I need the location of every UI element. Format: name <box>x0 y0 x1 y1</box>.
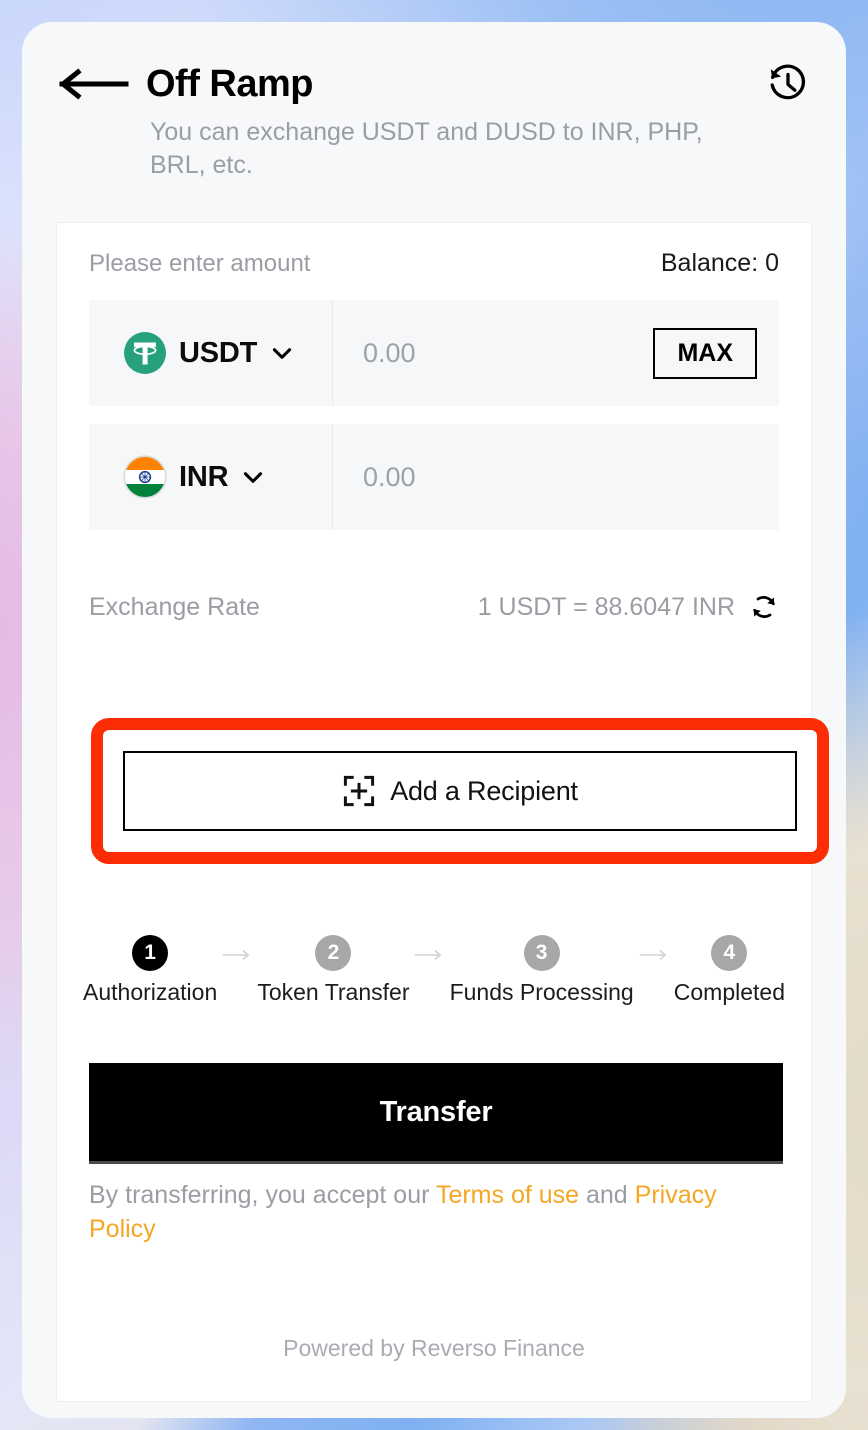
currency-row-usdt: USDT MAX <box>89 300 779 406</box>
currency-code-inr: INR <box>179 460 229 493</box>
back-button[interactable] <box>58 64 130 104</box>
chevron-down-icon <box>240 464 266 490</box>
exchange-rate-value: 1 USDT = 88.6047 INR <box>477 592 735 621</box>
amount-input-usdt[interactable] <box>363 337 654 369</box>
panel-header-row: Please enter amount Balance: 0 <box>89 249 779 278</box>
page-subtitle: You can exchange USDT and DUSD to INR, P… <box>150 118 703 179</box>
exchange-rate-label: Exchange Rate <box>89 592 260 621</box>
currency-row-inr: INR <box>89 424 779 530</box>
step-number: 3 <box>523 935 560 971</box>
terms-disclaimer: By transferring, you accept our Terms of… <box>89 1178 779 1246</box>
add-frame-plus-icon <box>344 775 375 807</box>
step-completed: 4 Completed <box>674 935 785 1006</box>
page-background: Off Ramp You can exchange USDT and DUSD … <box>0 0 868 1430</box>
step-label: Token Transfer <box>257 979 410 1005</box>
add-recipient-label: Add a Recipient <box>390 775 578 806</box>
terms-prefix: By transferring, you accept our <box>89 1181 436 1209</box>
arrow-left-icon <box>58 68 129 100</box>
chevron-down-icon <box>269 340 295 366</box>
history-button[interactable] <box>766 62 810 106</box>
max-button[interactable]: MAX <box>653 327 757 379</box>
amount-input-inr[interactable] <box>363 461 757 493</box>
app-card: Off Ramp You can exchange USDT and DUSD … <box>22 22 846 1418</box>
step-label: Funds Processing <box>449 979 634 1005</box>
exchange-rate-row: Exchange Rate 1 USDT = 88.6047 INR <box>89 592 779 622</box>
transfer-button[interactable]: Transfer <box>89 1063 783 1161</box>
add-recipient-button[interactable]: Add a Recipient <box>123 751 797 831</box>
step-arrow-icon <box>217 948 257 962</box>
refresh-button[interactable] <box>749 592 779 622</box>
tether-coin-icon <box>124 332 166 374</box>
balance-label: Balance: 0 <box>660 249 779 277</box>
step-funds-processing: 3 Funds Processing <box>450 935 634 1006</box>
page-title: Off Ramp <box>146 62 314 105</box>
enter-amount-label: Please enter amount <box>89 250 311 277</box>
step-token-transfer: 2 Token Transfer <box>257 935 409 1006</box>
header: Off Ramp You can exchange USDT and DUSD … <box>22 22 846 182</box>
currency-code-usdt: USDT <box>179 336 258 369</box>
step-label: Authorization <box>83 979 218 1005</box>
step-number: 2 <box>315 935 352 971</box>
progress-stepper: 1 Authorization 2 Token Transfer 3 Funds… <box>57 935 811 1006</box>
exchange-rate-right: 1 USDT = 88.6047 INR <box>478 592 779 622</box>
currency-select-usdt[interactable]: USDT <box>89 300 333 406</box>
step-number: 4 <box>711 935 748 971</box>
step-number: 1 <box>132 935 169 971</box>
currency-select-inr[interactable]: INR <box>89 424 333 530</box>
header-row: Off Ramp <box>58 56 810 112</box>
india-flag-icon <box>123 455 167 499</box>
terms-middle: and <box>579 1181 635 1209</box>
step-arrow-icon <box>409 948 449 962</box>
refresh-icon <box>753 596 775 618</box>
terms-of-use-link[interactable]: Terms of use <box>436 1181 579 1209</box>
step-authorization: 1 Authorization <box>83 935 217 1006</box>
step-label: Completed <box>673 979 785 1005</box>
step-arrow-icon <box>634 948 674 962</box>
powered-by-label: Powered by Reverso Finance <box>283 1335 585 1361</box>
add-recipient-highlight: Add a Recipient <box>91 718 829 864</box>
amount-area-usdt: MAX <box>333 300 779 406</box>
exchange-panel: Please enter amount Balance: 0 USDT 0.00… <box>56 222 829 1402</box>
amount-area-inr <box>333 424 779 530</box>
history-clock-icon <box>770 64 806 100</box>
